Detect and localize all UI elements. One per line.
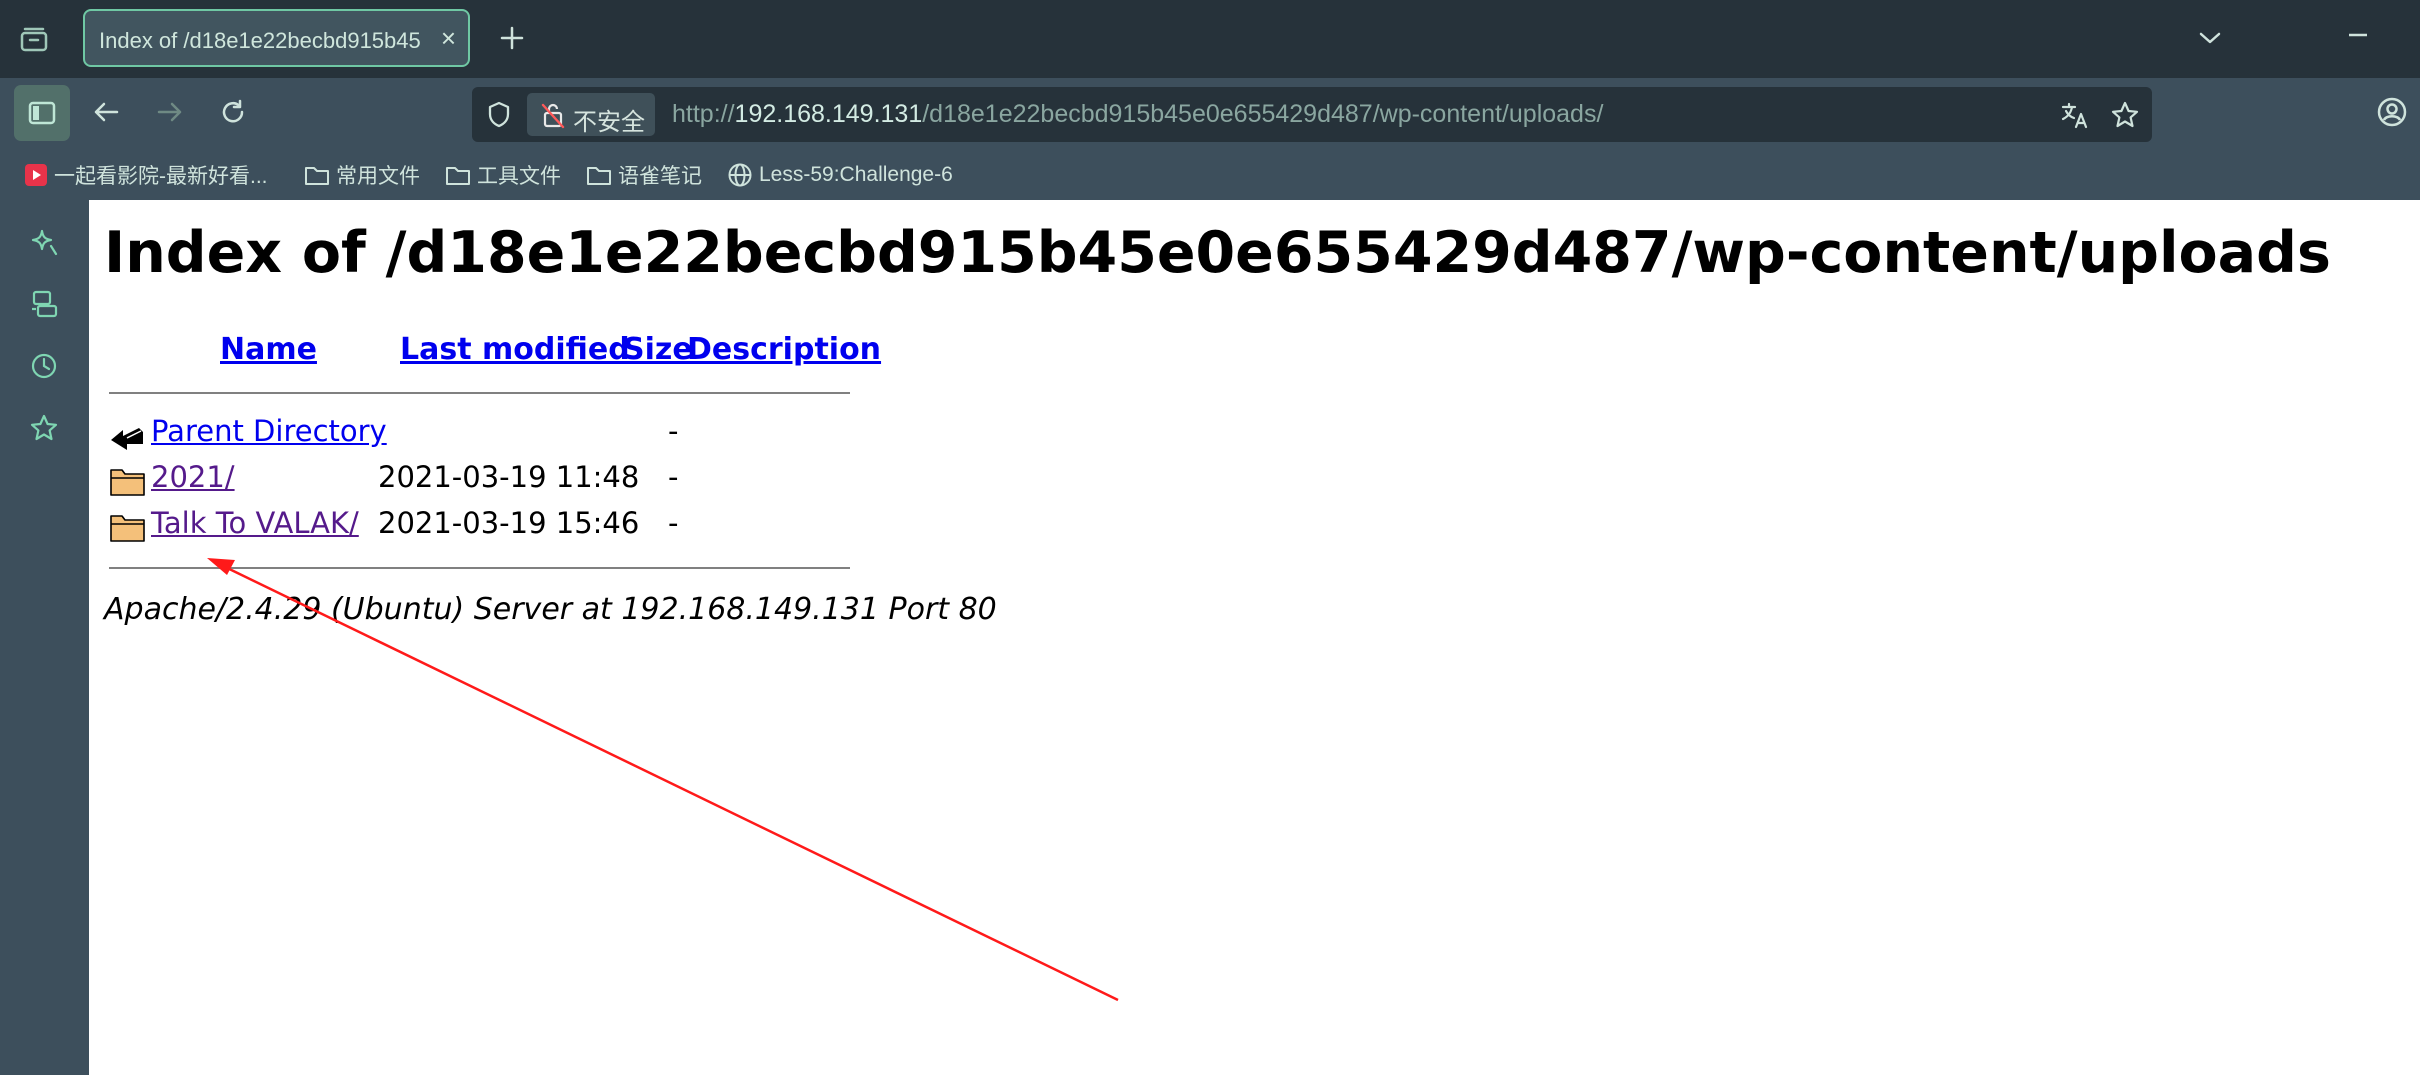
history-icon[interactable] xyxy=(24,346,64,386)
insecure-lock-icon xyxy=(539,101,567,129)
forward-icon[interactable] xyxy=(150,92,190,132)
sidebar xyxy=(0,200,89,1075)
reload-icon[interactable] xyxy=(213,92,253,132)
star-icon[interactable] xyxy=(24,408,64,448)
url-text[interactable]: http://192.168.149.131/d18e1e22becbd915b… xyxy=(672,100,1603,129)
bookmark-folder[interactable]: 工具文件 xyxy=(445,159,561,191)
folder-icon xyxy=(446,167,470,185)
folder-icon xyxy=(587,167,611,185)
url-scheme: http:// xyxy=(672,100,735,128)
security-label: 不安全 xyxy=(573,109,645,136)
address-bar[interactable]: 不安全 http://192.168.149.131/d18e1e22becbd… xyxy=(472,87,2152,142)
bookmark-label: 工具文件 xyxy=(477,165,561,188)
browser-tab[interactable]: Index of /d18e1e22becbd915b45e0e655429d4… xyxy=(83,9,470,67)
globe-icon xyxy=(728,163,752,187)
bookmark-label: 一起看影院-最新好看... xyxy=(54,165,268,188)
video-site-icon xyxy=(25,164,47,186)
tab-manager-icon[interactable] xyxy=(14,20,54,58)
bookmark-label: Less-59:Challenge-6 xyxy=(759,163,953,186)
sparkle-icon[interactable] xyxy=(24,222,64,262)
bookmark-label: 语雀笔记 xyxy=(618,165,702,188)
tab-list-chevron-icon[interactable] xyxy=(2192,20,2228,56)
tab-bar: Index of /d18e1e22becbd915b45e0e655429d4… xyxy=(0,0,2420,78)
sidebar-toggle-icon[interactable] xyxy=(14,85,70,141)
bookmark-folder[interactable]: 常用文件 xyxy=(304,159,420,191)
page-content: Index of /d18e1e22becbd915b45e0e655429d4… xyxy=(89,200,2420,1075)
new-tab-button[interactable] xyxy=(492,18,532,58)
url-path: /d18e1e22becbd915b45e0e655429d487/wp-con… xyxy=(922,100,1604,128)
minimize-icon[interactable] xyxy=(2340,20,2376,50)
security-indicator[interactable]: 不安全 xyxy=(527,93,655,136)
url-host: 192.168.149.131 xyxy=(734,100,923,128)
account-icon[interactable] xyxy=(2372,92,2412,132)
bookmark-label: 常用文件 xyxy=(336,165,420,188)
tab-title: Index of /d18e1e22becbd915b45e0e655429d4… xyxy=(99,28,421,53)
folder-icon xyxy=(305,167,329,185)
tab-close-icon[interactable]: × xyxy=(441,25,456,51)
annotation-arrow xyxy=(207,558,1119,1002)
devices-icon[interactable] xyxy=(24,284,64,324)
back-icon[interactable] xyxy=(86,92,126,132)
translate-icon[interactable] xyxy=(2058,98,2092,132)
bookmark-item[interactable]: Less-59:Challenge-6 xyxy=(727,159,953,191)
shield-icon[interactable] xyxy=(482,98,516,132)
bookmark-star-icon[interactable] xyxy=(2108,98,2142,132)
bookmark-item[interactable]: 一起看影院-最新好看... xyxy=(24,159,268,191)
bookmark-folder[interactable]: 语雀笔记 xyxy=(586,159,702,191)
